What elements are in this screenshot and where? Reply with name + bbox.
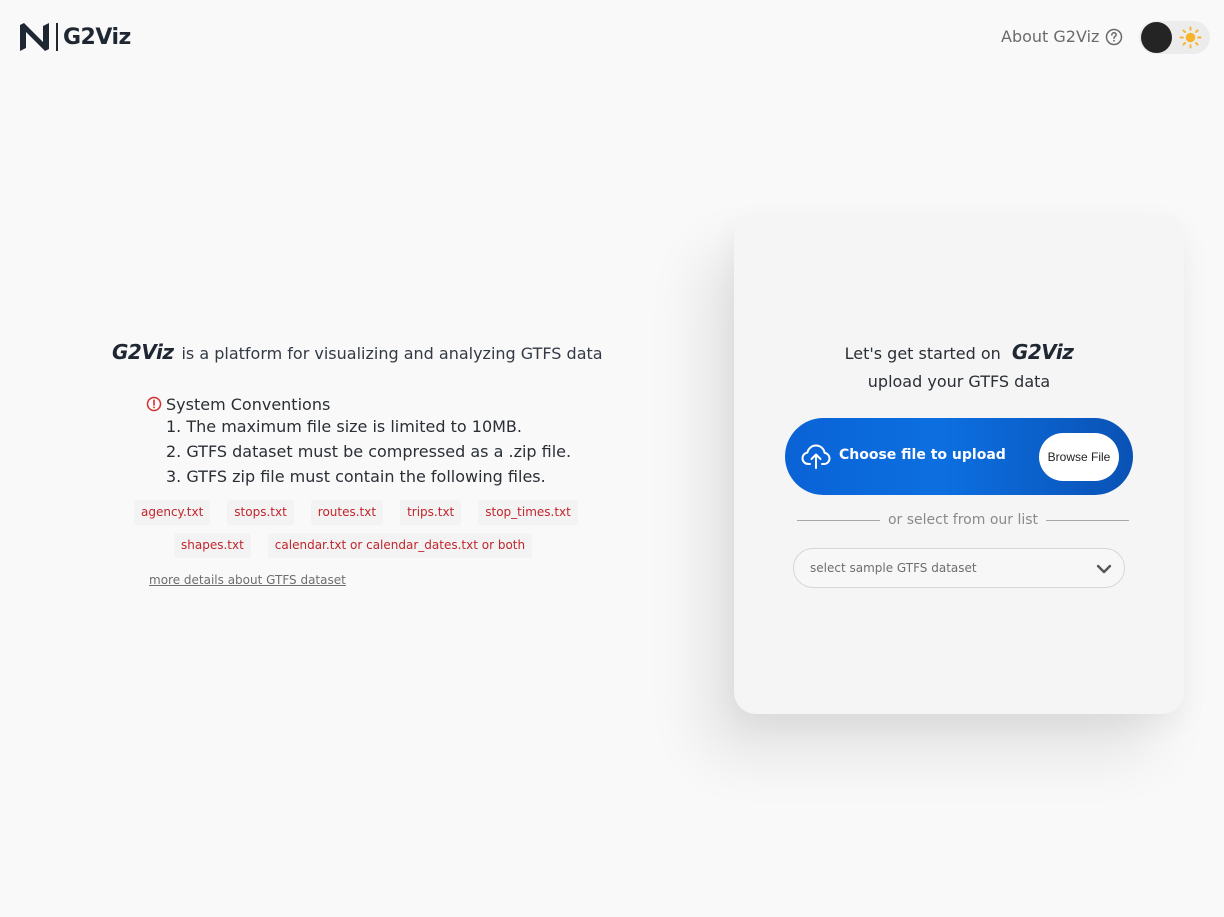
about-label: About G2Viz (1001, 27, 1100, 46)
file-chip: stop_times.txt (478, 500, 578, 525)
logo-divider (56, 23, 58, 51)
conventions-title: System Conventions (146, 394, 571, 414)
page: G2Viz About G2Viz G2Viz is a platform fo… (0, 0, 1224, 917)
gtfs-details-link[interactable]: more details about GTFS dataset (149, 573, 346, 587)
required-files-row: agency.txt stops.txt routes.txt trips.tx… (134, 500, 604, 525)
file-chip: agency.txt (134, 500, 211, 525)
conventions-title-text: System Conventions (166, 394, 331, 414)
logo[interactable]: G2Viz (19, 22, 131, 52)
about-link[interactable]: About G2Viz (1001, 27, 1123, 46)
cloud-upload-icon (801, 444, 831, 469)
intro-brand: G2Viz (112, 340, 174, 364)
logo-text: G2Viz (63, 24, 131, 50)
card-subtitle: upload your GTFS data (867, 372, 1051, 391)
chevron-down-icon (1096, 564, 1112, 574)
or-divider: or select from our list (797, 512, 1129, 528)
file-chip: calendar.txt or calendar_dates.txt or bo… (267, 533, 533, 558)
list-item: 3. GTFS zip file must contain the follow… (166, 467, 546, 486)
upload-card: Let's get started on G2Viz upload your G… (734, 214, 1184, 714)
conventions-list: 1. The maximum file size is limited to 1… (166, 414, 571, 489)
toggle-knob (1141, 22, 1172, 53)
file-chip: stops.txt (227, 500, 294, 525)
browse-file-button[interactable]: Browse File (1039, 433, 1119, 481)
alert-circle-icon (146, 396, 162, 412)
required-files-row: shapes.txt calendar.txt or calendar_date… (134, 533, 604, 558)
sun-icon (1179, 26, 1202, 49)
file-chip: shapes.txt (174, 533, 251, 558)
card-title: Let's get started on G2Viz (734, 340, 1184, 364)
file-chip: trips.txt (400, 500, 462, 525)
list-item: 2. GTFS dataset must be compressed as a … (166, 442, 572, 461)
select-placeholder: select sample GTFS dataset (810, 561, 977, 575)
theme-toggle[interactable] (1139, 21, 1210, 54)
file-upload-dropzone[interactable]: Choose file to upload Browse File (785, 418, 1133, 495)
divider-line (1046, 519, 1129, 521)
required-files: agency.txt stops.txt routes.txt trips.tx… (134, 500, 604, 566)
card-title-prefix: Let's get started on (844, 344, 1001, 363)
upload-label: Choose file to upload (839, 447, 1006, 463)
card-brand: G2Viz (1011, 340, 1074, 364)
intro: G2Viz is a platform for visualizing and … (112, 340, 603, 364)
divider-text: or select from our list (887, 512, 1039, 528)
divider-line (797, 519, 880, 521)
question-circle-icon (1106, 28, 1123, 45)
sample-dataset-select[interactable]: select sample GTFS dataset (793, 548, 1125, 588)
file-chip: routes.txt (310, 500, 384, 525)
intro-tagline: is a platform for visualizing and analyz… (181, 344, 603, 363)
n-logo-icon (20, 23, 49, 51)
list-item: 1. The maximum file size is limited to 1… (166, 417, 522, 436)
system-conventions: System Conventions 1. The maximum file s… (146, 394, 571, 489)
